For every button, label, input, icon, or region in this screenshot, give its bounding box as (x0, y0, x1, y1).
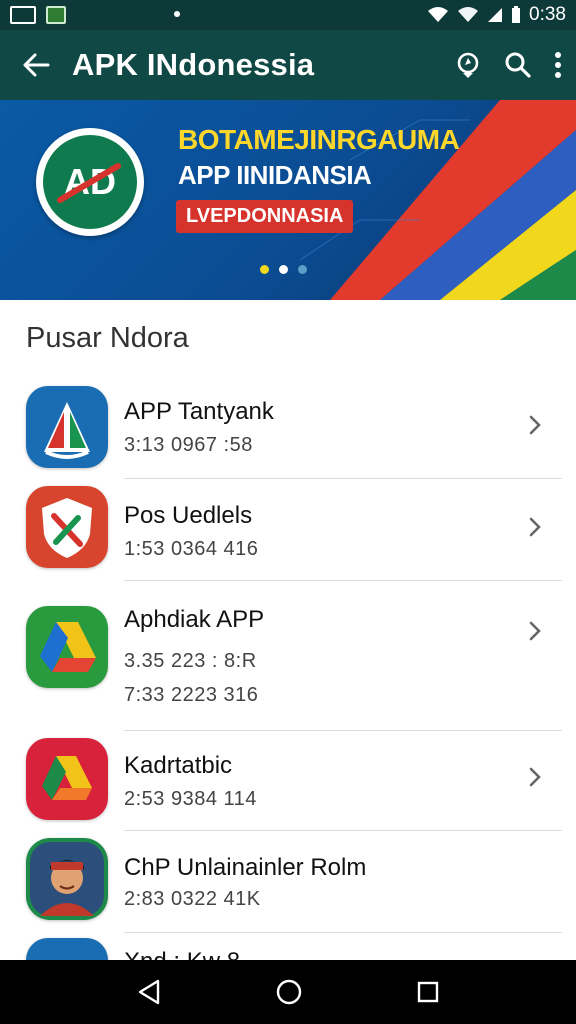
carousel-indicator[interactable] (260, 265, 307, 274)
section-title: Pusar Ndora (26, 322, 189, 354)
app-name: Kadrtatbic (124, 752, 233, 779)
back-nav-icon[interactable] (136, 978, 162, 1006)
banner-logo: AD (36, 128, 144, 236)
app-meta-secondary: 7:33 2223 316 (124, 684, 259, 706)
list-item[interactable]: Pos Uedlels 1:53 0364 416 (0, 478, 576, 581)
back-button[interactable] (0, 53, 72, 77)
app-meta: 3.35 223 : 8:R (124, 650, 257, 672)
list-item[interactable]: ChP Unlainainler Rolm 2:83 0322 41K (0, 830, 576, 933)
shield-icon (26, 486, 108, 568)
app-notification-icon (46, 6, 66, 24)
home-nav-icon[interactable] (275, 978, 303, 1006)
app-name: APP Tantyank (124, 398, 274, 425)
notification-icon (10, 6, 36, 24)
status-dot-icon (174, 11, 180, 17)
app-name: Pos Uedlels (124, 502, 253, 529)
app-bar: APK INdonessia (0, 30, 576, 100)
recents-nav-icon[interactable] (416, 980, 440, 1004)
page-title: APK INdonessia (72, 47, 315, 82)
list-item[interactable]: Xnd : Kw 8 (0, 932, 576, 960)
app-meta: 3:13 0967 :58 (124, 434, 253, 456)
app-name: Aphdiak APP (124, 606, 265, 633)
system-nav-bar (0, 960, 576, 1024)
wifi-icon (428, 7, 449, 22)
banner-tag: LVEPDONNASIA (176, 200, 354, 233)
app-name: Xnd : Kw 8 (124, 948, 240, 960)
app-meta: 1:53 0364 416 (124, 538, 259, 560)
list-item[interactable]: Aphdiak APP 3.35 223 : 8:R 7:33 2223 316 (0, 580, 576, 731)
carousel-dot[interactable] (260, 265, 269, 274)
app-name: ChP Unlainainler Rolm (124, 854, 367, 881)
chevron-right-icon (529, 517, 541, 537)
back-arrow-icon (23, 53, 50, 77)
triangle-play-red-icon (26, 738, 108, 820)
clock: 0:38 (529, 4, 566, 25)
app-meta: 2:53 9384 114 (124, 788, 257, 810)
status-bar: 0:38 (0, 0, 576, 30)
avatar-icon (26, 838, 108, 920)
banner-headline: BOTAMEJINRGAUMA (178, 124, 460, 155)
signal-icon (458, 7, 479, 22)
partial-icon (26, 938, 108, 960)
red-green-ap-icon (26, 386, 108, 468)
cellular-icon (488, 8, 503, 22)
more-vert-icon[interactable] (554, 52, 562, 78)
list-item[interactable]: APP Tantyank 3:13 0967 :58 (0, 378, 576, 479)
banner-subheadline: APP IINIDANSIA (178, 160, 372, 190)
promo-banner[interactable]: AD BOTAMEJINRGAUMA APP IINIDANSIA LVEPDO… (0, 100, 576, 300)
chevron-right-icon (529, 415, 541, 435)
carousel-dot-active[interactable] (279, 265, 288, 274)
app-meta: 2:83 0322 41K (124, 888, 261, 910)
ad-logo-icon: AD (57, 161, 121, 203)
list-item[interactable]: Kadrtatbic 2:53 9384 114 (0, 730, 576, 831)
location-pin-icon[interactable] (454, 51, 482, 79)
chevron-right-icon (529, 621, 541, 641)
battery-icon (512, 6, 521, 23)
search-icon[interactable] (504, 51, 532, 79)
triangle-play-icon (26, 606, 108, 688)
chevron-right-icon (529, 767, 541, 787)
carousel-dot[interactable] (298, 265, 307, 274)
